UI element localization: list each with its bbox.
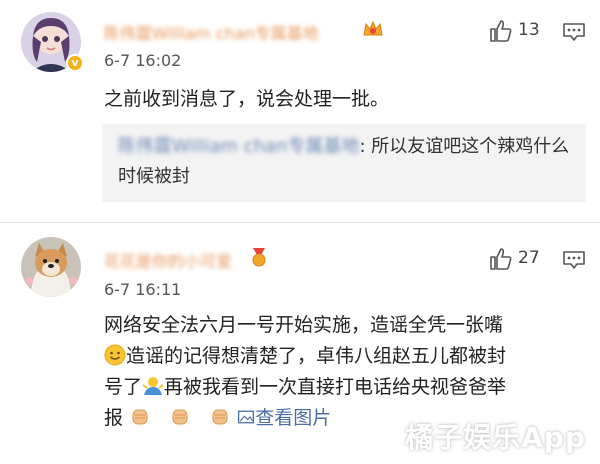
fist-emoji-icon [212, 409, 228, 425]
shrug-emoji-icon [142, 377, 164, 395]
comment-line: 网络安全法六月一号开始实施，造谣全凭一张嘴 [104, 314, 504, 336]
more-options-icon[interactable] [562, 250, 586, 270]
comment-line-text: 造谣的记得想清楚了，卓伟八组赵五儿都被封 [126, 345, 507, 367]
comment-line-text: 报 [104, 407, 124, 429]
view-images-link[interactable]: 查看图片 [237, 407, 331, 429]
comment-2: 花花是你的小可爱 6-7 16:11 27 网络安全法六月一号开始实施，造谣全凭… [0, 0, 600, 464]
avatar-image [21, 237, 81, 297]
thumbs-up-icon [490, 248, 512, 270]
fist-emoji-icon [132, 409, 148, 425]
watermark-logo: 橘子娱乐App [405, 421, 586, 454]
image-icon [238, 410, 255, 424]
comment-line: 号了 再被我看到一次直接打电话给央视爸爸举 [104, 372, 584, 403]
fist-emoji-icon [172, 409, 188, 425]
username[interactable]: 花花是你的小可爱 [104, 248, 232, 271]
comment-time: 6-7 16:11 [104, 280, 182, 299]
comment-line-text: 再被我看到一次直接打电话给央视爸爸举 [164, 376, 507, 398]
comment-line-text: 号了 [104, 376, 143, 398]
comment-line: 造谣的记得想清楚了，卓伟八组赵五儿都被封 [104, 341, 584, 372]
view-images-label: 查看图片 [255, 407, 332, 429]
medal-badge-icon [252, 248, 266, 267]
avatar[interactable] [21, 237, 81, 297]
like-count: 27 [518, 248, 540, 268]
smile-emoji-icon [104, 344, 126, 366]
